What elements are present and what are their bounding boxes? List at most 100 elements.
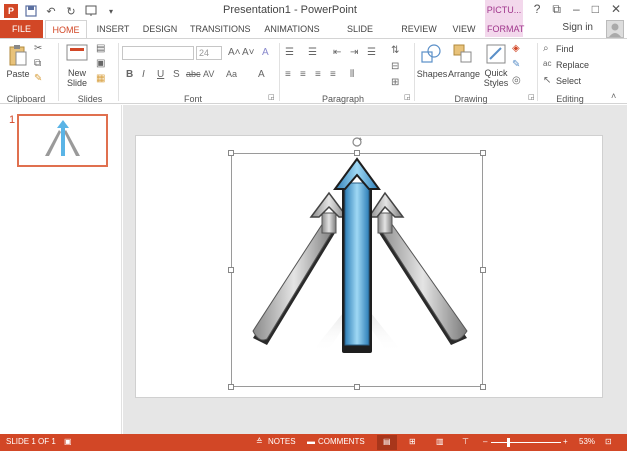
tab-file[interactable]: FILE xyxy=(0,20,43,38)
zoom-in-icon[interactable]: + xyxy=(563,437,568,446)
change-case-button[interactable]: Aa xyxy=(226,69,237,79)
sign-in-link[interactable]: Sign in xyxy=(562,22,593,33)
cut-icon[interactable]: ✂ xyxy=(34,43,42,54)
quick-styles-button[interactable]: Quick Styles xyxy=(480,68,512,88)
slide-show-icon[interactable]: ⊤ xyxy=(462,437,469,446)
decrease-indent-icon[interactable]: ⇤ xyxy=(333,47,341,58)
zoom-slider-track[interactable] xyxy=(491,442,561,443)
increase-indent-icon[interactable]: ⇥ xyxy=(350,47,358,58)
notes-button[interactable]: NOTES xyxy=(268,437,296,446)
arrange-button[interactable]: Arrange xyxy=(446,69,482,79)
quick-styles-icon[interactable] xyxy=(485,43,507,65)
resize-handle-w[interactable] xyxy=(228,267,234,273)
char-spacing-button[interactable]: AV xyxy=(203,69,214,79)
fit-to-window-icon[interactable]: ⊡ xyxy=(605,437,612,446)
resize-handle-n[interactable] xyxy=(354,150,360,156)
replace-icon[interactable]: ac xyxy=(543,59,551,68)
drawing-dialog-launcher-icon[interactable]: ◲ xyxy=(528,93,535,101)
zoom-level[interactable]: 53% xyxy=(579,437,595,446)
shapes-button[interactable]: Shapes xyxy=(416,69,448,79)
spell-check-icon[interactable]: ▣ xyxy=(64,437,72,446)
align-right-icon[interactable]: ≡ xyxy=(315,69,321,80)
zoom-slider-thumb[interactable] xyxy=(507,438,510,447)
paragraph-dialog-launcher-icon[interactable]: ◲ xyxy=(404,93,411,101)
shape-effects-icon[interactable]: ◎ xyxy=(512,75,521,86)
select-button[interactable]: Select xyxy=(556,76,581,86)
reading-view-icon[interactable]: ▥ xyxy=(436,437,444,446)
paste-icon[interactable] xyxy=(8,43,28,67)
rotate-handle-icon[interactable] xyxy=(351,136,363,148)
resize-handle-sw[interactable] xyxy=(228,384,234,390)
arrange-icon[interactable] xyxy=(452,43,474,65)
tab-insert[interactable]: INSERT xyxy=(96,20,130,38)
powerpoint-logo-icon[interactable]: P xyxy=(4,4,18,18)
strikethrough-button[interactable]: abc xyxy=(186,69,201,79)
tab-home[interactable]: HOME xyxy=(45,20,87,38)
find-icon[interactable]: ⌕ xyxy=(543,43,549,54)
normal-view-icon[interactable]: ▤ xyxy=(383,437,391,446)
resize-handle-ne[interactable] xyxy=(480,150,486,156)
replace-button[interactable]: Replace xyxy=(556,60,589,70)
line-spacing-icon[interactable]: ☰ xyxy=(367,47,376,58)
tab-view[interactable]: VIEW xyxy=(450,20,478,38)
redo-icon[interactable]: ↻ xyxy=(64,4,78,18)
font-name-combo[interactable] xyxy=(122,46,194,60)
resize-handle-nw[interactable] xyxy=(228,150,234,156)
underline-button[interactable]: U xyxy=(157,69,164,80)
resize-handle-e[interactable] xyxy=(480,267,486,273)
text-direction-icon[interactable]: ⇅ xyxy=(391,45,399,56)
tab-design[interactable]: DESIGN xyxy=(141,20,179,38)
tab-slide-show[interactable]: SLIDE SHOW xyxy=(334,20,386,52)
copy-icon[interactable]: ⧉ xyxy=(34,58,41,69)
avatar[interactable] xyxy=(606,20,624,38)
collapse-ribbon-icon[interactable]: ˄ xyxy=(611,91,616,101)
save-icon[interactable] xyxy=(24,4,38,18)
resize-handle-s[interactable] xyxy=(354,384,360,390)
help-icon[interactable]: ? xyxy=(534,2,541,17)
format-painter-icon[interactable]: ✎ xyxy=(34,73,42,84)
undo-icon[interactable]: ↶ xyxy=(44,4,58,18)
close-icon[interactable]: ✕ xyxy=(611,2,621,17)
font-dialog-launcher-icon[interactable]: ◲ xyxy=(268,93,275,101)
section-icon[interactable]: ▦ xyxy=(96,73,105,84)
minimize-icon[interactable]: – xyxy=(573,2,580,17)
zoom-out-icon[interactable]: – xyxy=(483,437,487,446)
paste-button[interactable]: Paste xyxy=(5,69,31,79)
shadow-button[interactable]: S xyxy=(173,69,180,80)
start-from-beginning-icon[interactable] xyxy=(84,4,98,18)
tab-format[interactable]: FORMAT xyxy=(487,20,524,38)
tab-animations[interactable]: ANIMATIONS xyxy=(262,20,322,38)
numbering-icon[interactable]: ☰ xyxy=(308,47,317,58)
tab-transitions[interactable]: TRANSITIONS xyxy=(190,20,251,38)
ribbon-display-icon[interactable]: ⧉ xyxy=(552,2,561,17)
tab-review[interactable]: REVIEW xyxy=(400,20,438,38)
align-left-icon[interactable]: ≡ xyxy=(285,69,291,80)
center-icon[interactable]: ≡ xyxy=(300,69,306,80)
slide-sorter-icon[interactable]: ⊞ xyxy=(409,437,416,446)
italic-button[interactable]: I xyxy=(142,69,145,80)
shrink-font-button[interactable]: A˅ xyxy=(242,47,255,58)
shape-outline-icon[interactable]: ✎ xyxy=(512,59,520,70)
new-slide-icon[interactable] xyxy=(66,43,88,63)
shapes-icon[interactable] xyxy=(420,43,442,65)
smartart-icon[interactable]: ⊞ xyxy=(391,77,399,88)
new-slide-button[interactable]: New Slide xyxy=(62,68,92,88)
comments-button[interactable]: COMMENTS xyxy=(318,437,365,446)
grow-font-button[interactable]: A˄ xyxy=(228,47,241,58)
columns-icon[interactable]: ⫴ xyxy=(350,69,354,80)
justify-icon[interactable]: ≡ xyxy=(330,69,336,80)
align-text-icon[interactable]: ⊟ xyxy=(391,61,399,72)
picture-selection-box[interactable] xyxy=(231,153,483,387)
bold-button[interactable]: B xyxy=(126,69,133,80)
clear-formatting-button[interactable]: A xyxy=(262,47,269,58)
comments-icon[interactable]: ▬ xyxy=(307,437,315,446)
bullets-icon[interactable]: ☰ xyxy=(285,47,294,58)
customize-icon[interactable]: ▾ xyxy=(104,4,118,18)
find-button[interactable]: Find xyxy=(556,44,574,54)
maximize-icon[interactable]: □ xyxy=(592,2,599,17)
slide-thumbnail[interactable] xyxy=(17,114,108,167)
reset-icon[interactable]: ▣ xyxy=(96,58,105,69)
notes-icon[interactable]: ≙ xyxy=(256,437,263,446)
font-color-button[interactable]: A xyxy=(258,69,265,80)
layout-icon[interactable]: ▤ xyxy=(96,43,105,54)
